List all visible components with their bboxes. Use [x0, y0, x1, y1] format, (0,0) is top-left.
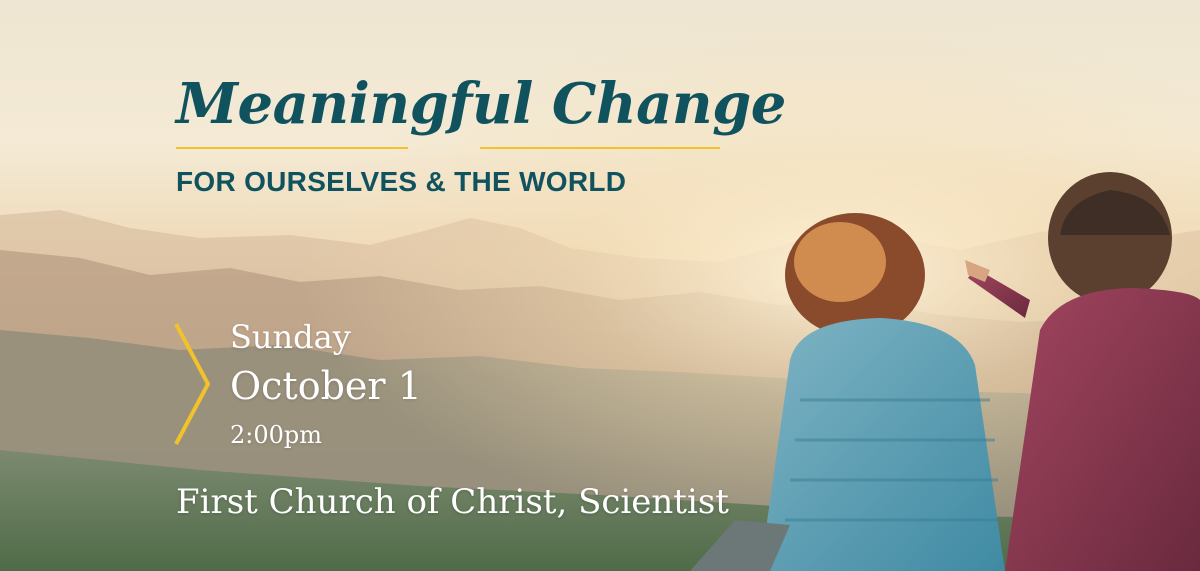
- chevron-right-icon: [174, 323, 211, 445]
- title-underline-left: [176, 147, 408, 149]
- event-date: October 1: [230, 364, 422, 408]
- banner-title: Meaningful Change: [176, 71, 786, 137]
- event-day: Sunday: [230, 318, 351, 356]
- event-banner: Meaningful Change FOR OURSELVES & THE WO…: [0, 0, 1200, 571]
- event-time: 2:00pm: [230, 421, 323, 449]
- banner-subtitle: FOR OURSELVES & THE WORLD: [176, 166, 627, 197]
- event-venue: First Church of Christ, Scientist: [176, 482, 729, 522]
- title-underline-right: [480, 147, 720, 149]
